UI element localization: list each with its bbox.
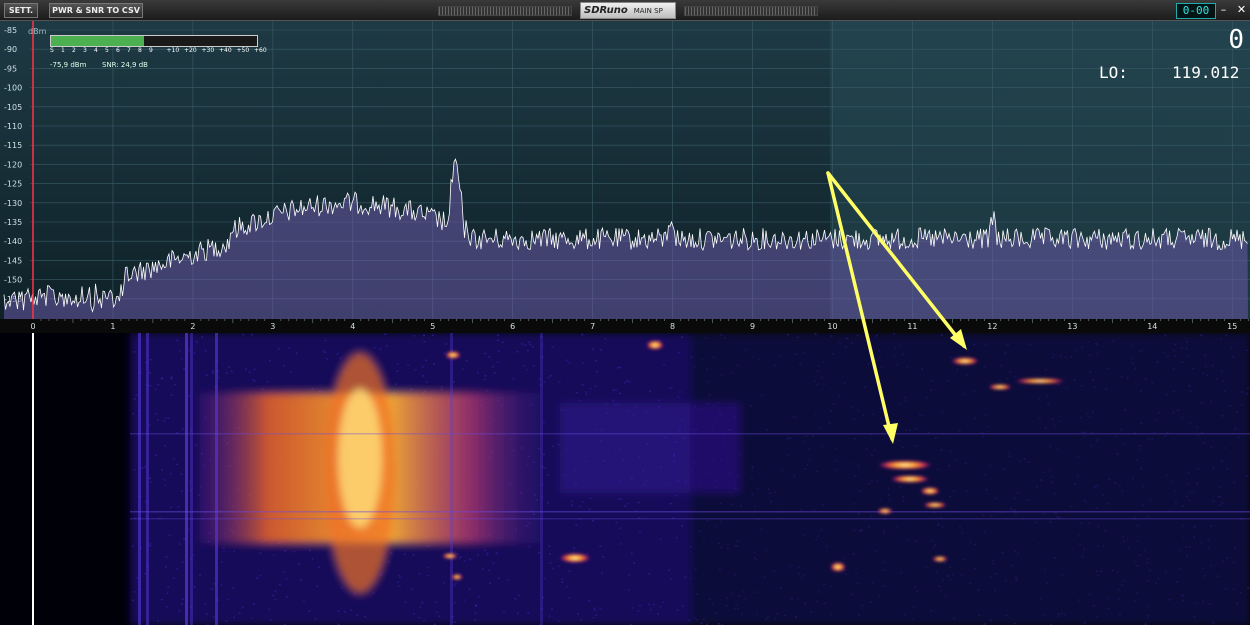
freq-tick-label: 11 xyxy=(907,322,917,331)
signal-burst xyxy=(877,460,933,470)
signal-burst xyxy=(442,553,458,559)
freq-tick-label: 15 xyxy=(1227,322,1237,331)
power-readout: -75,9 dBm xyxy=(50,61,87,69)
signal-burst xyxy=(830,562,846,572)
db-tick-label: -150 xyxy=(4,276,22,285)
waterfall-energy xyxy=(130,333,1250,625)
freq-tick-label: 14 xyxy=(1147,322,1157,331)
signal-burst xyxy=(923,502,947,508)
db-tick-label: -85 xyxy=(4,26,17,35)
drag-grip-right[interactable] xyxy=(684,6,818,16)
signal-burst xyxy=(920,487,940,495)
waterfall-display[interactable] xyxy=(0,333,1250,625)
minimize-button[interactable]: – xyxy=(1217,3,1230,16)
db-tick-label: -95 xyxy=(4,64,17,73)
freq-tick-label: 6 xyxy=(510,322,515,331)
s-meter-tick: 3 xyxy=(83,47,87,54)
s-meter-tick: 1 xyxy=(61,47,65,54)
signal-burst xyxy=(988,384,1012,390)
brand-badge: SDRuno MAIN SP xyxy=(580,2,676,19)
s-meter-bar xyxy=(50,35,258,47)
freq-tick-label: 3 xyxy=(270,322,275,331)
signal-burst xyxy=(932,556,948,562)
freq-tick-label: 12 xyxy=(987,322,997,331)
signal-burst xyxy=(451,574,463,580)
signal-burst xyxy=(559,553,591,563)
frequency-axis[interactable]: 0 1 2 3 4 5 6 7 8 9 10 11 12 13 14 15 xyxy=(0,319,1250,333)
db-tick-label: -100 xyxy=(4,84,22,93)
s-meter-tick: 5 xyxy=(105,47,109,54)
db-tick-label: -120 xyxy=(4,160,22,169)
signal-burst xyxy=(890,475,930,483)
s-meter-tick: +30 xyxy=(201,47,215,54)
freq-tick-label: 2 xyxy=(190,322,195,331)
db-tick-label: -110 xyxy=(4,122,22,131)
snr-readout: SNR: 24,9 dB xyxy=(102,61,148,69)
signal-burst xyxy=(445,351,461,359)
db-tick-label: -145 xyxy=(4,256,22,265)
db-tick-label: -115 xyxy=(4,141,22,150)
panel-name: MAIN SP xyxy=(633,7,663,15)
signal-burst xyxy=(877,508,893,514)
freq-tick-label: 1 xyxy=(110,322,115,331)
db-tick-label: -125 xyxy=(4,180,22,189)
s-meter-tick: 8 xyxy=(138,47,142,54)
freq-tick-label: 8 xyxy=(670,322,675,331)
freq-tick-label: 4 xyxy=(350,322,355,331)
s-meter-tick: 9 xyxy=(149,47,153,54)
signal-burst xyxy=(646,340,664,350)
s-meter-fill xyxy=(51,36,144,46)
s-meter-scale: S 1 2 3 4 5 6 7 8 9 +10 +20 +30 +40 +50 +60 xyxy=(50,47,267,57)
brand-name: SDRuno xyxy=(584,5,628,16)
s-meter-tick: +10 xyxy=(166,47,180,54)
settings-button[interactable]: SETT. xyxy=(4,3,38,18)
spectrum-panel[interactable]: -85 -90 -95 -100 -105 -110 -115 -120 -125 -130 -13… xyxy=(0,21,1250,319)
freq-tick-label: 7 xyxy=(590,322,595,331)
freq-tick-label: 5 xyxy=(430,322,435,331)
signal-burst xyxy=(1014,378,1066,384)
freq-tick-label: 10 xyxy=(827,322,837,331)
db-tick-label: -105 xyxy=(4,103,22,112)
db-unit-label: dBm xyxy=(28,27,47,36)
db-tick-label: -90 xyxy=(4,45,17,54)
s-meter-tick: +60 xyxy=(254,47,267,54)
spectrum-plot[interactable]: -85 -90 -95 -100 -105 -110 -115 -120 -125 -130 -13… xyxy=(0,21,1250,319)
s-meter-tick: +40 xyxy=(219,47,232,54)
big-readout: 0 xyxy=(1228,25,1244,55)
title-bar: SETT. PWR & SNR TO CSV SDRuno MAIN SP 0-0… xyxy=(0,0,1250,21)
s-meter-tick: 4 xyxy=(94,47,98,54)
s-meter-tick: S xyxy=(50,47,54,54)
freq-tick-label: 9 xyxy=(750,322,755,331)
freq-tick-label: 13 xyxy=(1067,322,1077,331)
s-meter-tick: +20 xyxy=(184,47,197,54)
s-meter-tick: 7 xyxy=(127,47,131,54)
db-tick-label: -140 xyxy=(4,237,22,246)
close-button[interactable]: ✕ xyxy=(1235,3,1248,16)
signal-burst xyxy=(951,357,979,365)
db-tick-label: -135 xyxy=(4,218,22,227)
lo-label: LO: xyxy=(1099,63,1128,82)
export-csv-button[interactable]: PWR & SNR TO CSV xyxy=(49,3,143,18)
lcd-readout: 0-00 xyxy=(1176,3,1216,19)
freq-tick-label: 0 xyxy=(30,322,35,331)
s-meter-tick: 6 xyxy=(116,47,120,54)
lo-value: 119.012 xyxy=(1172,63,1240,82)
drag-grip-left[interactable] xyxy=(438,6,572,16)
db-scale: -85 -90 -95 -100 -105 -110 -115 -120 -125 -130 -13… xyxy=(4,26,22,304)
s-meter-tick: +50 xyxy=(236,47,250,54)
db-tick-label: -130 xyxy=(4,199,22,208)
s-meter-tick: 2 xyxy=(72,47,76,54)
